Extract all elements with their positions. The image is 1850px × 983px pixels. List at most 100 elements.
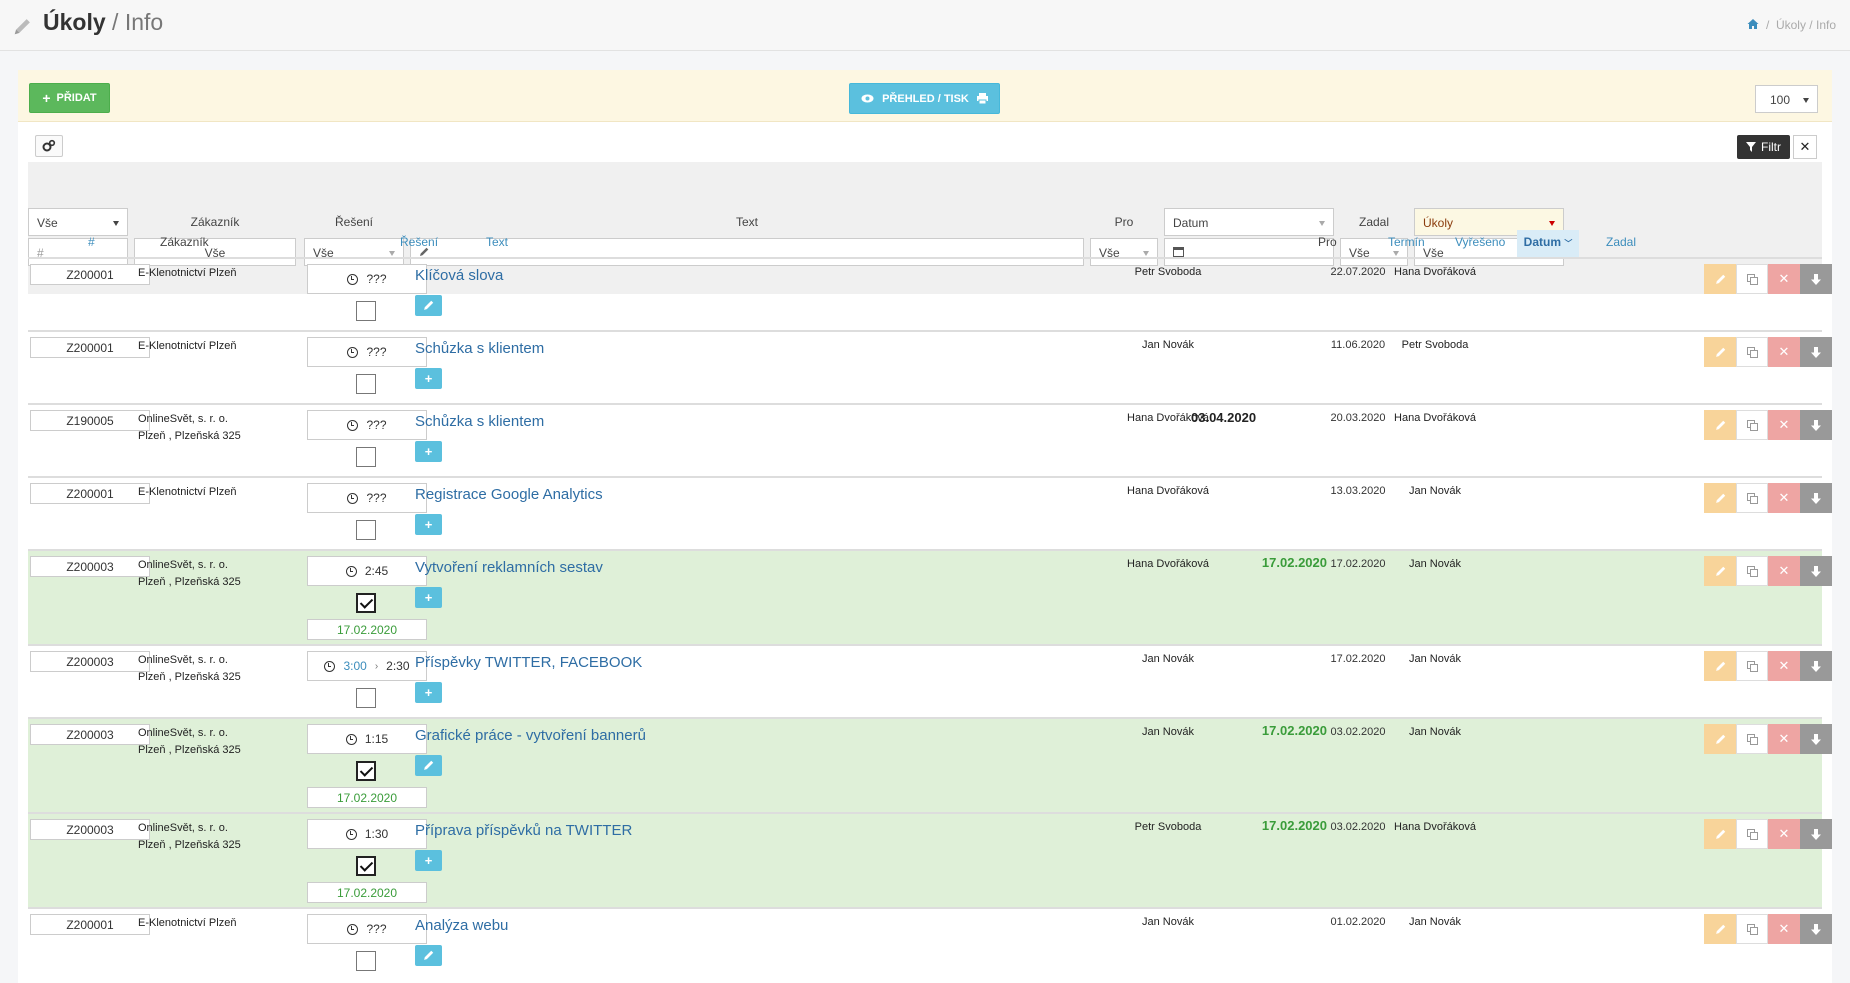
time-spent-box[interactable]: ??? (307, 264, 427, 294)
copy-button[interactable] (1736, 264, 1768, 294)
col-header-text[interactable]: Text (486, 235, 508, 249)
edit-note-button[interactable] (415, 295, 442, 316)
task-code-field[interactable]: Z200001 (30, 264, 150, 285)
delete-button[interactable]: ✕ (1768, 483, 1800, 513)
delete-button[interactable]: ✕ (1768, 724, 1800, 754)
move-down-button[interactable] (1800, 410, 1832, 440)
settings-button[interactable] (35, 135, 63, 157)
copy-button[interactable] (1736, 337, 1768, 367)
delete-button[interactable]: ✕ (1768, 556, 1800, 586)
time-spent-box[interactable]: ??? (307, 337, 427, 367)
add-button[interactable]: + PŘIDAT (29, 83, 110, 113)
resolved-checkbox[interactable] (356, 951, 376, 971)
copy-button[interactable] (1736, 651, 1768, 681)
edit-button[interactable] (1704, 914, 1736, 944)
home-icon[interactable] (1747, 18, 1759, 30)
copy-button[interactable] (1736, 724, 1768, 754)
edit-button[interactable] (1704, 410, 1736, 440)
col-header-num[interactable]: # (88, 235, 95, 249)
breadcrumb-item[interactable]: Úkoly (1776, 18, 1806, 32)
col-header-reseni[interactable]: Řešení (400, 235, 438, 249)
task-code-field[interactable]: Z200003 (30, 556, 150, 577)
add-note-button[interactable]: + (415, 682, 442, 703)
task-title-link[interactable]: Registrace Google Analytics (415, 486, 603, 503)
resolved-checkbox[interactable] (356, 520, 376, 540)
resolved-checkbox[interactable] (356, 301, 376, 321)
move-down-button[interactable] (1800, 483, 1832, 513)
resolved-checkbox[interactable] (356, 447, 376, 467)
move-down-button[interactable] (1800, 337, 1832, 367)
time-spent-box[interactable]: 1:15 (307, 724, 427, 754)
resolved-checkbox[interactable] (356, 593, 376, 613)
edit-button[interactable] (1704, 483, 1736, 513)
move-down-button[interactable] (1800, 819, 1832, 849)
task-title-link[interactable]: Schůzka s klientem (415, 340, 544, 357)
resolved-checkbox[interactable] (356, 374, 376, 394)
copy-button[interactable] (1736, 483, 1768, 513)
task-code-field[interactable]: Z200001 (30, 483, 150, 504)
task-title-link[interactable]: Klíčová slova (415, 267, 503, 284)
edit-note-button[interactable] (415, 945, 442, 966)
resolved-checkbox[interactable] (356, 688, 376, 708)
edit-button[interactable] (1704, 556, 1736, 586)
resolved-checkbox[interactable] (356, 761, 376, 781)
add-note-button[interactable]: + (415, 368, 442, 389)
delete-button[interactable]: ✕ (1768, 337, 1800, 367)
resolved-checkbox[interactable] (356, 856, 376, 876)
edit-button[interactable] (1704, 651, 1736, 681)
task-code-field[interactable]: Z200001 (30, 337, 150, 358)
delete-button[interactable]: ✕ (1768, 819, 1800, 849)
time-spent-box[interactable]: ??? (307, 914, 427, 944)
task-title-link[interactable]: Grafické práce - vytvoření bannerů (415, 727, 646, 744)
move-down-button[interactable] (1800, 914, 1832, 944)
datum-filter-select[interactable]: Datum (1164, 208, 1334, 236)
copy-button[interactable] (1736, 556, 1768, 586)
time-spent-box[interactable]: ??? (307, 410, 427, 440)
task-code-field[interactable]: Z200003 (30, 819, 150, 840)
edit-button[interactable] (1704, 819, 1736, 849)
add-note-button[interactable]: + (415, 441, 442, 462)
move-down-button[interactable] (1800, 651, 1832, 681)
edit-button[interactable] (1704, 724, 1736, 754)
task-title-link[interactable]: Vytvoření reklamních sestav (415, 559, 603, 576)
move-down-button[interactable] (1800, 724, 1832, 754)
edit-note-button[interactable] (415, 755, 442, 776)
copy-button[interactable] (1736, 410, 1768, 440)
col-header-datum[interactable]: Datum ﹀ (1517, 230, 1579, 257)
task-title-link[interactable]: Příprava příspěvků na TWITTER (415, 822, 632, 839)
delete-button[interactable]: ✕ (1768, 264, 1800, 294)
print-button[interactable]: PŘEHLED / TISK (849, 83, 1000, 114)
col-header-pro[interactable]: Pro (1318, 235, 1337, 249)
add-note-button[interactable]: + (415, 850, 442, 871)
page-size-select[interactable]: 100 (1755, 85, 1818, 113)
resolved-date-field[interactable]: 17.02.2020 (307, 882, 427, 903)
col-header-zadal[interactable]: Zadal (1606, 235, 1636, 249)
task-code-field[interactable]: Z190005 (30, 410, 150, 431)
task-code-field[interactable]: Z200001 (30, 914, 150, 935)
col-header-termin[interactable]: Termín (1388, 235, 1425, 249)
delete-button[interactable]: ✕ (1768, 914, 1800, 944)
move-down-button[interactable] (1800, 556, 1832, 586)
time-spent-box[interactable]: 3:00 › 2:30 (307, 651, 427, 681)
edit-button[interactable] (1704, 264, 1736, 294)
filter-button[interactable]: Filtr (1737, 135, 1790, 159)
add-note-button[interactable]: + (415, 587, 442, 608)
task-title-link[interactable]: Příspěvky TWITTER, FACEBOOK (415, 654, 642, 671)
task-code-field[interactable]: Z200003 (30, 651, 150, 672)
clear-filter-button[interactable]: ✕ (1793, 135, 1817, 159)
resolved-date-field[interactable]: 17.02.2020 (307, 787, 427, 808)
delete-button[interactable]: ✕ (1768, 410, 1800, 440)
copy-button[interactable] (1736, 819, 1768, 849)
add-note-button[interactable]: + (415, 514, 442, 535)
status-filter-select[interactable]: Vše (28, 208, 128, 236)
col-header-vyreseno[interactable]: Vyřešeno (1455, 235, 1505, 249)
col-header-zakaznik[interactable]: Zákazník (160, 235, 209, 249)
move-down-button[interactable] (1800, 264, 1832, 294)
edit-button[interactable] (1704, 337, 1736, 367)
task-title-link[interactable]: Schůzka s klientem (415, 413, 544, 430)
delete-button[interactable]: ✕ (1768, 651, 1800, 681)
time-spent-box[interactable]: 2:45 (307, 556, 427, 586)
resolved-date-field[interactable]: 17.02.2020 (307, 619, 427, 640)
task-code-field[interactable]: Z200003 (30, 724, 150, 745)
time-spent-box[interactable]: ??? (307, 483, 427, 513)
